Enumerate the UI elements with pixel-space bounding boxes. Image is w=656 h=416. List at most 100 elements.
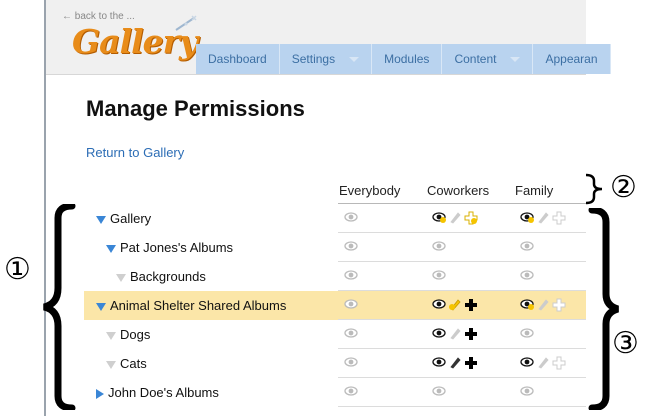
right-brace-large	[588, 208, 620, 410]
pencil-icon[interactable]	[448, 356, 462, 369]
menu-item-label: Modules	[384, 52, 430, 66]
collapse-arrow-icon[interactable]	[116, 273, 126, 282]
eye-icon[interactable]	[520, 211, 534, 223]
pencil-icon[interactable]	[448, 298, 462, 311]
table-row: John Doe's Albums	[84, 378, 586, 407]
eye-icon[interactable]	[344, 298, 358, 310]
table-row: Gallery	[84, 204, 586, 233]
pencil-icon[interactable]	[536, 356, 550, 369]
chevron-down-icon[interactable]	[349, 56, 360, 62]
permission-cell-coworkers	[432, 268, 446, 282]
eye-icon[interactable]	[432, 269, 446, 281]
plus-icon[interactable]	[464, 298, 478, 311]
eye-icon[interactable]	[344, 269, 358, 281]
menu-item-label: Appearan	[545, 52, 598, 66]
album-name: Backgrounds	[130, 269, 206, 284]
permission-cell-family	[520, 384, 534, 398]
eye-icon[interactable]	[520, 269, 534, 281]
eye-icon[interactable]	[432, 385, 446, 397]
pencil-icon[interactable]	[536, 211, 550, 224]
permission-cell-coworkers	[432, 384, 446, 398]
album-tree-item[interactable]: Animal Shelter Shared Albums	[96, 298, 286, 313]
collapse-arrow-icon[interactable]	[106, 331, 116, 340]
column-header-everybody: Everybody	[339, 183, 401, 198]
eye-icon[interactable]	[520, 327, 534, 339]
permission-cell-coworkers	[432, 297, 478, 311]
album-name: Animal Shelter Shared Albums	[110, 298, 287, 313]
left-brace	[43, 204, 76, 410]
album-tree-item[interactable]: Cats	[106, 356, 147, 371]
album-tree-item[interactable]: Backgrounds	[116, 269, 206, 284]
collapse-arrow-icon[interactable]	[96, 302, 106, 311]
permission-cell-everybody	[344, 384, 358, 398]
plus-icon[interactable]	[464, 211, 478, 225]
menu-item-appearan[interactable]: Appearan	[533, 44, 611, 74]
menu-item-dashboard[interactable]: Dashboard	[196, 44, 280, 74]
eye-icon[interactable]	[432, 240, 446, 252]
permission-cell-family	[520, 355, 566, 370]
table-row: Dogs	[84, 320, 586, 349]
admin-menu: Dashboard Settings Modules Content Appearan	[196, 44, 611, 74]
menu-item-modules[interactable]: Modules	[372, 44, 443, 74]
collapse-arrow-icon[interactable]	[106, 360, 116, 369]
plus-icon[interactable]	[552, 356, 566, 370]
plus-icon[interactable]	[464, 356, 478, 369]
annotation-3: ③	[612, 326, 639, 361]
annotation-2: ②	[610, 170, 637, 205]
album-tree-item[interactable]: Pat Jones's Albums	[106, 240, 233, 255]
menu-item-label: Dashboard	[208, 52, 267, 66]
menu-item-settings[interactable]: Settings	[280, 44, 373, 74]
permission-cell-family	[520, 297, 566, 312]
album-tree-item[interactable]: John Doe's Albums	[96, 385, 219, 400]
eye-icon[interactable]	[344, 240, 358, 252]
permission-cell-coworkers	[432, 326, 478, 340]
plus-icon[interactable]	[552, 298, 566, 312]
eye-icon[interactable]	[432, 298, 446, 310]
eye-icon[interactable]	[520, 298, 534, 310]
page-title: Manage Permissions	[86, 96, 305, 121]
plus-icon[interactable]	[552, 211, 566, 225]
back-link[interactable]: ← back to the ...	[62, 11, 135, 22]
table-row: Pat Jones's Albums	[84, 233, 586, 262]
expand-arrow-icon[interactable]	[96, 388, 104, 399]
menu-item-content[interactable]: Content	[442, 44, 534, 74]
gallery-window: ← back to the ... Gallery Dashboard Setti…	[44, 0, 611, 416]
chevron-down-icon[interactable]	[510, 56, 521, 62]
column-header-coworkers: Coworkers	[427, 183, 490, 198]
eye-icon[interactable]	[344, 211, 358, 223]
pencil-icon[interactable]	[448, 327, 462, 340]
album-tree-item[interactable]: Dogs	[106, 327, 150, 342]
album-name: Pat Jones's Albums	[120, 240, 234, 255]
permission-cell-family	[520, 239, 534, 253]
permission-cell-coworkers	[432, 239, 446, 253]
eye-icon[interactable]	[520, 385, 534, 397]
eye-icon[interactable]	[344, 356, 358, 368]
album-name: Dogs	[120, 327, 151, 342]
album-name: Cats	[120, 356, 147, 371]
album-tree-item[interactable]: Gallery	[96, 211, 151, 226]
table-row: Animal Shelter Shared Albums	[84, 291, 586, 320]
permission-cell-everybody	[344, 297, 358, 311]
plus-icon[interactable]	[464, 327, 478, 340]
eye-icon[interactable]	[432, 211, 446, 223]
eye-icon[interactable]	[432, 327, 446, 339]
collapse-arrow-icon[interactable]	[96, 215, 106, 224]
row-divider	[338, 406, 586, 407]
eye-icon[interactable]	[520, 240, 534, 252]
column-header-family: Family	[515, 183, 554, 198]
permission-cell-family	[520, 210, 566, 225]
table-row: Cats	[84, 349, 586, 378]
permission-cell-family	[520, 268, 534, 282]
permission-cell-everybody	[344, 268, 358, 282]
eye-icon[interactable]	[344, 327, 358, 339]
pencil-icon[interactable]	[536, 298, 550, 311]
pencil-icon[interactable]	[448, 211, 462, 224]
album-name: John Doe's Albums	[108, 385, 219, 400]
eye-icon[interactable]	[432, 356, 446, 368]
return-to-gallery-link[interactable]: Return to Gallery	[86, 145, 184, 160]
permission-cell-everybody	[344, 355, 358, 369]
album-name: Gallery	[110, 211, 152, 226]
eye-icon[interactable]	[344, 385, 358, 397]
collapse-arrow-icon[interactable]	[106, 244, 116, 253]
eye-icon[interactable]	[520, 356, 534, 368]
